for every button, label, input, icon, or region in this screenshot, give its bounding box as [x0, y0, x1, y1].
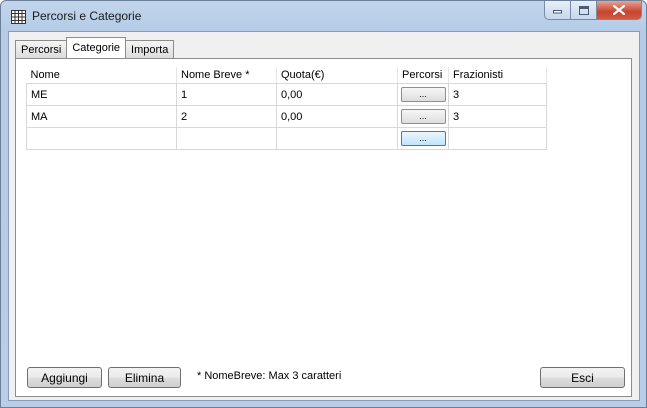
table-row: ME 1 0,00 ... 3	[26, 83, 547, 106]
percorsi-button[interactable]: ...	[400, 109, 446, 124]
categories-grid: Nome Nome Breve * Quota(€) Percorsi Fraz…	[26, 67, 547, 150]
cell-nome-breve[interactable]: 1	[176, 83, 277, 106]
column-header-nome[interactable]: Nome	[26, 67, 177, 84]
cell-frazionisti[interactable]: 3	[448, 105, 547, 128]
cell-percorsi: ...	[397, 105, 449, 128]
table-grid-icon	[11, 10, 26, 24]
minimize-icon	[553, 10, 562, 14]
nome-breve-note: * NomeBreve: Max 3 caratteri	[197, 370, 342, 382]
table-row: MA 2 0,00 ... 3	[26, 105, 547, 128]
percorsi-button[interactable]: ...	[400, 131, 446, 146]
column-header-frazionisti[interactable]: Frazionisti	[448, 67, 547, 84]
cell-nome[interactable]	[26, 127, 177, 150]
percorsi-button[interactable]: ...	[400, 87, 446, 102]
cell-quota[interactable]	[276, 127, 398, 150]
cell-quota[interactable]: 0,00	[276, 83, 398, 106]
cell-frazionisti[interactable]: 3	[448, 83, 547, 106]
tab-categorie[interactable]: Categorie	[66, 37, 127, 58]
tab-strip: Percorsi Categorie Importa	[15, 37, 175, 58]
minimize-button[interactable]	[544, 1, 571, 20]
tab-importa[interactable]: Importa	[125, 40, 175, 58]
window-title: Percorsi e Categorie	[32, 9, 142, 23]
column-header-quota[interactable]: Quota(€)	[276, 67, 398, 84]
cell-percorsi: ...	[397, 83, 449, 106]
cell-nome-breve[interactable]: 2	[176, 105, 277, 128]
delete-button[interactable]: Elimina	[108, 367, 181, 388]
cell-quota[interactable]: 0,00	[276, 105, 398, 128]
cell-nome[interactable]: MA	[26, 105, 177, 128]
cell-frazionisti[interactable]	[448, 127, 547, 150]
categorie-panel: Nome Nome Breve * Quota(€) Percorsi Fraz…	[15, 58, 632, 397]
client-area: Percorsi Categorie Importa Nome Nome Bre…	[8, 31, 640, 401]
cell-nome-breve[interactable]	[176, 127, 277, 150]
close-icon	[613, 5, 625, 15]
add-button[interactable]: Aggiungi	[27, 367, 102, 388]
main-window: Percorsi e Categorie Percorsi Categorie …	[0, 0, 647, 408]
tab-percorsi[interactable]: Percorsi	[15, 40, 68, 58]
window-controls	[544, 1, 642, 21]
close-button[interactable]	[597, 1, 642, 20]
maximize-button[interactable]	[571, 1, 597, 20]
maximize-icon	[578, 5, 589, 15]
cell-percorsi: ...	[397, 127, 449, 150]
cell-nome[interactable]: ME	[26, 83, 177, 106]
column-header-percorsi[interactable]: Percorsi	[397, 67, 449, 84]
title-bar[interactable]: Percorsi e Categorie	[1, 1, 646, 31]
new-row: ...	[26, 127, 547, 150]
grid-header-row: Nome Nome Breve * Quota(€) Percorsi Fraz…	[26, 67, 547, 84]
column-header-nome-breve[interactable]: Nome Breve *	[176, 67, 277, 84]
exit-button[interactable]: Esci	[540, 367, 625, 388]
